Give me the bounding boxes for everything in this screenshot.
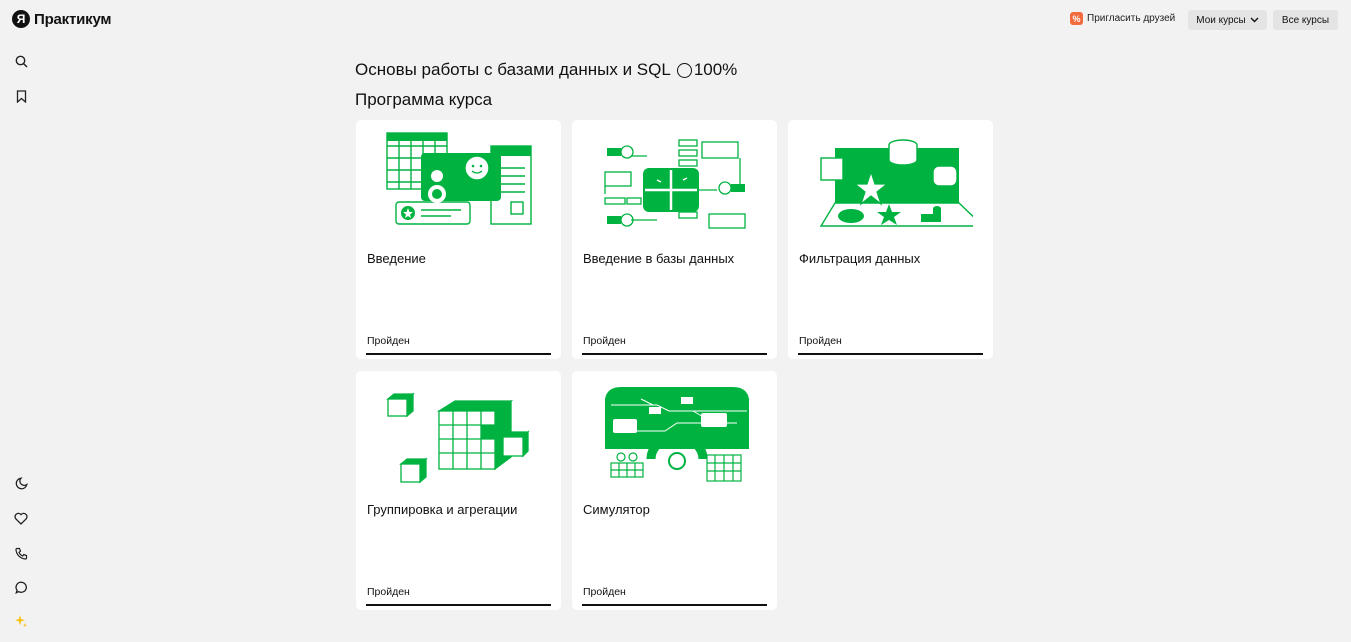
module-card-databases[interactable]: Введение в базы данных Пройден bbox=[572, 120, 777, 359]
top-bar: Я Практикум % Пригласить друзей Мои курс… bbox=[0, 0, 1351, 40]
filtering-illustration-icon bbox=[819, 139, 973, 227]
all-courses-button[interactable]: Все курсы bbox=[1273, 10, 1338, 30]
module-card-filtering[interactable]: Фильтрация данных Пройден bbox=[788, 120, 993, 359]
chevron-down-icon bbox=[1250, 17, 1259, 23]
course-title-row: Основы работы с базами данных и SQL 100% bbox=[355, 60, 737, 80]
module-title: Введение bbox=[367, 251, 426, 266]
course-title: Основы работы с базами данных и SQL bbox=[355, 60, 671, 79]
module-progress-line bbox=[798, 353, 983, 355]
sparkle-icon[interactable] bbox=[14, 614, 28, 628]
intro-illustration-icon bbox=[386, 132, 532, 225]
invite-friends-label: Пригласить друзей bbox=[1087, 13, 1176, 24]
simulator-illustration-icon bbox=[605, 387, 749, 482]
module-status: Пройден bbox=[799, 335, 842, 347]
module-title: Введение в базы данных bbox=[583, 251, 735, 266]
module-status: Пройден bbox=[367, 586, 410, 598]
logo-mark: Я bbox=[12, 10, 30, 28]
logo-text: Практикум bbox=[34, 10, 112, 28]
my-courses-label: Мои курсы bbox=[1196, 14, 1246, 26]
module-card-grouping[interactable]: Группировка и агрегации Пройден bbox=[356, 371, 561, 610]
my-courses-button[interactable]: Мои курсы bbox=[1188, 10, 1267, 30]
bookmark-icon[interactable] bbox=[14, 89, 28, 103]
module-progress-line bbox=[366, 353, 551, 355]
percent-icon: % bbox=[1070, 12, 1083, 25]
course-progress: 100% bbox=[693, 60, 738, 79]
module-card-simulator[interactable]: Симулятор Пройден bbox=[572, 371, 777, 610]
module-status: Пройден bbox=[583, 586, 626, 598]
all-courses-label: Все курсы bbox=[1281, 14, 1330, 26]
logo[interactable]: Я Практикум bbox=[12, 10, 112, 28]
module-status: Пройден bbox=[367, 335, 410, 347]
module-progress-line bbox=[366, 604, 551, 606]
module-status: Пройден bbox=[583, 335, 626, 347]
program-heading: Программа курса bbox=[355, 90, 493, 109]
module-progress-line bbox=[582, 604, 767, 606]
invite-friends-link[interactable]: % Пригласить друзей bbox=[1070, 12, 1175, 25]
module-title: Группировка и агрегации bbox=[367, 502, 518, 517]
progress-ring-icon bbox=[676, 62, 692, 78]
databases-illustration-icon bbox=[604, 139, 746, 229]
grouping-illustration-icon bbox=[386, 392, 530, 484]
heart-icon[interactable] bbox=[14, 511, 28, 525]
phone-icon[interactable] bbox=[14, 546, 28, 560]
module-progress-line bbox=[582, 353, 767, 355]
chat-icon[interactable] bbox=[14, 580, 28, 594]
moon-icon[interactable] bbox=[14, 476, 28, 490]
module-card-intro[interactable]: Введение Пройден bbox=[356, 120, 561, 359]
search-icon[interactable] bbox=[14, 54, 28, 68]
module-title: Фильтрация данных bbox=[799, 251, 921, 266]
module-title: Симулятор bbox=[583, 502, 650, 517]
